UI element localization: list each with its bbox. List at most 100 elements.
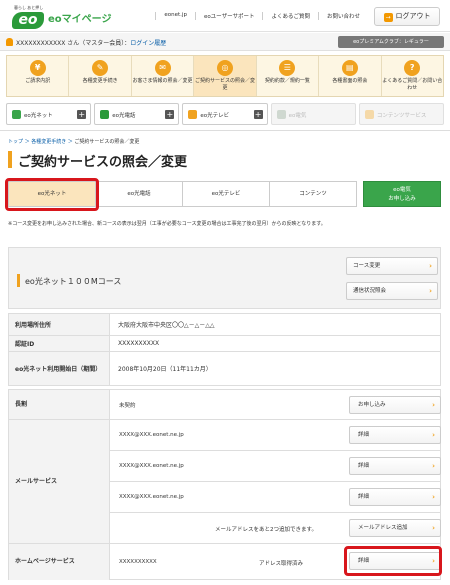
menu-terms[interactable]: ☰ 契約約款／規約一覧 xyxy=(257,56,320,96)
search-icon: ◎ xyxy=(216,60,233,76)
premium-club-badge[interactable]: eoプレミアムクラブ：レギュラー xyxy=(338,36,444,48)
detail-label: 詳細 xyxy=(358,432,370,438)
mail-address: XXXX@XXX.eonet.ne.jp xyxy=(119,463,184,469)
table-row: 認証ID XXXXXXXXXX xyxy=(8,335,441,352)
table-row: 利用場所住所 大阪府大阪市中央区〇〇△－△－△△ xyxy=(8,313,441,336)
highlight-frame-homepage-detail xyxy=(344,546,442,576)
eo-logo[interactable]: 暮らし あと押し eo xyxy=(6,3,46,29)
divider xyxy=(0,130,450,131)
mail-detail-button[interactable]: 詳細 › xyxy=(349,457,441,475)
menu-documents[interactable]: ▤ 各種書面の照会 xyxy=(319,56,382,96)
plus-icon[interactable]: + xyxy=(253,110,263,119)
mail-remaining-text: メールアドレスをあと2つ追加できます。 xyxy=(215,527,317,533)
connection-status-button[interactable]: 通信状況照会 › xyxy=(346,282,438,300)
logo-tagline: 暮らし あと押し xyxy=(14,5,44,10)
long-term-apply-button[interactable]: お申し込み › xyxy=(349,396,441,414)
menu-label: よくあるご質問／お問い合わせ xyxy=(382,78,443,91)
detail-label: 詳細 xyxy=(358,494,370,500)
nav-contact[interactable]: お問い合わせ xyxy=(317,12,368,20)
mail-address: XXXX@XXX.eonet.ne.jp xyxy=(119,432,184,438)
nav-user-support[interactable]: eoユーザーサポート xyxy=(194,12,263,20)
homepage-service-label: ホームページサービス xyxy=(9,544,110,580)
nav-eonet[interactable]: eonet.jp xyxy=(155,12,195,20)
plus-icon[interactable]: + xyxy=(77,110,87,119)
logout-button[interactable]: → ログアウト xyxy=(374,7,440,26)
connection-status-label: 通信状況照会 xyxy=(353,288,387,294)
tab-eo-tv[interactable]: eo光テレビ xyxy=(182,181,270,207)
service-info-table: 利用場所住所 大阪府大阪市中央区〇〇△－△－△△ 認証ID XXXXXXXXXX… xyxy=(8,313,441,386)
site-title: eoマイページ xyxy=(48,14,112,25)
logout-label: ログアウト xyxy=(395,12,431,20)
mail-add-button[interactable]: メールアドレス追加 › xyxy=(349,519,441,537)
course-panel: eo光ネット１００Mコース コース変更 › 通信状況照会 › xyxy=(8,247,441,309)
course-accent-bar xyxy=(17,274,20,287)
user-info: XXXXXXXXXXXX さん（マスター会員）：ログイン履歴 xyxy=(16,40,167,47)
chevron-right-icon: › xyxy=(432,462,435,470)
mail-address: XXXX@XXX.eonet.ne.jp xyxy=(119,494,184,500)
service-label: コンテンツサービス xyxy=(376,113,427,119)
mail-add-label: メールアドレス追加 xyxy=(358,525,408,531)
pencil-icon: ✎ xyxy=(92,60,109,76)
menu-billing[interactable]: ¥ ご請求内訳 xyxy=(7,56,70,96)
title-accent-bar xyxy=(8,151,12,168)
service-label: eo光電話 xyxy=(112,113,136,119)
menu-label: ご請求内訳 xyxy=(25,78,51,84)
menu-label: 各種変更手続き xyxy=(82,78,118,84)
course-change-label: コース変更 xyxy=(353,263,381,269)
long-term-value: 未契約 xyxy=(119,403,136,409)
logout-icon: → xyxy=(383,13,393,22)
start-date-value: 2008年10月20日（11年11カ月） xyxy=(109,351,441,386)
breadcrumb-top[interactable]: トップ xyxy=(8,139,23,145)
user-bar: XXXXXXXXXXXX さん（マスター会員）：ログイン履歴 eoプレミアムクラ… xyxy=(0,33,450,51)
service-eo-phone[interactable]: eo光電話 + xyxy=(94,103,180,125)
menu-label: 各種書面の照会 xyxy=(332,78,368,84)
service-label: eo光ネット xyxy=(24,113,53,119)
table-row: eo光ネット利用開始日（期間） 2008年10月20日（11年11カ月） xyxy=(8,351,441,386)
user-icon xyxy=(6,38,13,46)
document-icon: ▤ xyxy=(341,60,358,76)
menu-change-procedures[interactable]: ✎ 各種変更手続き xyxy=(69,56,132,96)
breadcrumb-procedures[interactable]: 各種変更手続き xyxy=(31,139,66,145)
service-eo-tv[interactable]: eo光テレビ + xyxy=(182,103,268,125)
question-icon: ? xyxy=(404,60,421,76)
tab-eo-electric-apply[interactable]: eo電気 お申し込み xyxy=(363,181,441,207)
mail-detail-button[interactable]: 詳細 › xyxy=(349,488,441,506)
globe-icon xyxy=(12,110,21,119)
address-value: 大阪府大阪市中央区〇〇△－△－△△ xyxy=(109,313,441,336)
tab-green-line2: お申し込み xyxy=(388,196,416,202)
auth-id-label: 認証ID xyxy=(8,335,110,352)
service-eo-electric: eo電気 xyxy=(270,103,356,125)
service-label: eo光テレビ xyxy=(200,113,230,119)
user-name: XXXXXXXXXXXX さん（マスター会員） xyxy=(16,40,125,47)
homepage-status: アドレス取得済み xyxy=(259,561,304,567)
plus-icon[interactable]: + xyxy=(165,110,175,119)
menu-customer-info[interactable]: ✉ お客さま情報の照会／変更 xyxy=(132,56,195,96)
nav-faq[interactable]: よくあるご質問 xyxy=(262,12,318,20)
homepage-account: XXXXXXXXXX xyxy=(119,559,157,565)
mail-detail-button[interactable]: 詳細 › xyxy=(349,426,441,444)
chevron-right-icon: › xyxy=(432,524,435,532)
detail-label: 詳細 xyxy=(358,463,370,469)
start-date-label: eo光ネット利用開始日（期間） xyxy=(8,351,110,386)
header: 暮らし あと押し eo eoマイページ eonet.jp eoユーザーサポート … xyxy=(0,0,450,32)
menu-contract-services[interactable]: ◎ ご契約サービスの照会／変更 xyxy=(194,56,257,96)
course-name: eo光ネット１００Mコース xyxy=(25,277,122,286)
highlight-frame-tab xyxy=(5,178,99,211)
menu-faq[interactable]: ? よくあるご質問／お問い合わせ xyxy=(382,56,443,96)
course-change-button[interactable]: コース変更 › xyxy=(346,257,438,275)
breadcrumb: トップ ＞ 各種変更手続き ＞ ご契約サービスの照会／変更 xyxy=(8,139,140,145)
phone-icon xyxy=(100,110,110,119)
address-label: 利用場所住所 xyxy=(8,313,110,336)
login-history-link[interactable]: ログイン履歴 xyxy=(130,40,166,47)
contents-icon xyxy=(364,110,374,119)
auth-id-value: XXXXXXXXXX xyxy=(109,335,441,352)
long-term-apply-label: お申し込み xyxy=(358,402,386,408)
service-eo-net[interactable]: eo光ネット + xyxy=(6,103,92,125)
tab-contents[interactable]: コンテンツ xyxy=(269,181,357,207)
breadcrumb-current: ご契約サービスの照会／変更 xyxy=(74,139,140,145)
electric-icon xyxy=(276,110,286,119)
list-icon: ☰ xyxy=(279,60,296,76)
menu-label: ご契約サービスの照会／変更 xyxy=(194,78,255,91)
menu-label: お客さま情報の照会／変更 xyxy=(132,78,193,84)
tab-eo-phone[interactable]: eo光電話 xyxy=(95,181,183,207)
